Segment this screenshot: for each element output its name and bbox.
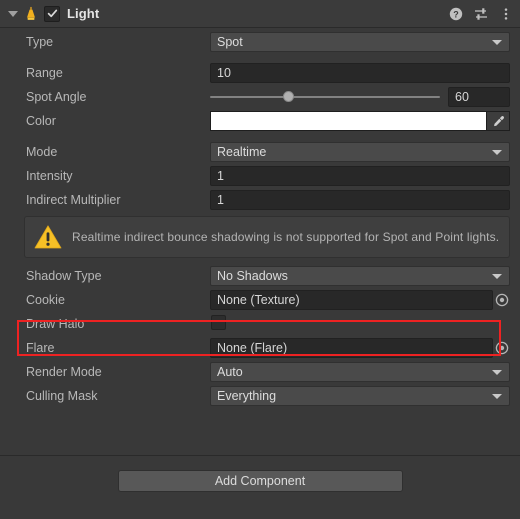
chevron-down-icon bbox=[492, 40, 502, 45]
dropdown-culling-mask[interactable]: Everything bbox=[210, 386, 510, 406]
light-inspector-panel: Light ? Type Spot Range 10 Spot Angle 60… bbox=[0, 0, 520, 519]
dropdown-shadow-type[interactable]: No Shadows bbox=[210, 266, 510, 286]
label-shadow-type: Shadow Type bbox=[26, 269, 102, 283]
input-intensity[interactable]: 1 bbox=[210, 166, 510, 186]
chevron-down-icon bbox=[492, 274, 502, 279]
field-intensity[interactable]: 1 bbox=[210, 166, 510, 186]
property-row-draw-halo: Draw Halo bbox=[0, 314, 520, 334]
slider-handle-spot-angle[interactable] bbox=[283, 91, 295, 102]
more-menu-icon[interactable] bbox=[498, 6, 514, 22]
property-row-intensity: Intensity 1 bbox=[0, 166, 520, 186]
objectfield-cookie-value: None (Texture) bbox=[217, 293, 300, 307]
input-range[interactable]: 10 bbox=[210, 63, 510, 83]
object-picker-icon[interactable] bbox=[495, 341, 509, 355]
field-color[interactable] bbox=[210, 111, 510, 131]
component-header[interactable]: Light ? bbox=[0, 0, 520, 28]
dropdown-shadow-type-value: No Shadows bbox=[217, 269, 288, 283]
label-render-mode: Render Mode bbox=[26, 365, 102, 379]
objectfield-flare-value: None (Flare) bbox=[217, 341, 288, 355]
property-row-shadow-type: Shadow Type No Shadows bbox=[0, 266, 520, 286]
eyedropper-icon[interactable] bbox=[487, 111, 510, 131]
input-spot-angle-value: 60 bbox=[455, 90, 469, 104]
property-row-range: Range 10 bbox=[0, 63, 520, 83]
label-mode: Mode bbox=[26, 145, 58, 159]
label-range: Range bbox=[26, 66, 63, 80]
label-cookie: Cookie bbox=[26, 293, 65, 307]
objectfield-cookie[interactable]: None (Texture) bbox=[210, 290, 509, 310]
dropdown-type[interactable]: Spot bbox=[210, 32, 510, 52]
input-range-value: 10 bbox=[217, 66, 231, 80]
foldout-arrow-icon[interactable] bbox=[6, 7, 20, 21]
inspector-body: Type Spot Range 10 Spot Angle 60 Color M… bbox=[0, 28, 520, 456]
field-render-mode[interactable]: Auto bbox=[210, 362, 510, 382]
dropdown-culling-mask-value: Everything bbox=[217, 389, 277, 403]
property-row-indirect-multiplier: Indirect Multiplier 1 bbox=[0, 190, 520, 210]
dropdown-mode-value: Realtime bbox=[217, 145, 267, 159]
dropdown-render-mode[interactable]: Auto bbox=[210, 362, 510, 382]
property-row-mode: Mode Realtime bbox=[0, 142, 520, 162]
dropdown-type-value: Spot bbox=[217, 35, 243, 49]
svg-text:?: ? bbox=[453, 9, 459, 19]
dropdown-render-mode-value: Auto bbox=[217, 365, 243, 379]
label-flare: Flare bbox=[26, 341, 55, 355]
inspector-footer: Add Component bbox=[0, 456, 520, 518]
field-type[interactable]: Spot bbox=[210, 32, 510, 52]
checkbox-draw-halo[interactable] bbox=[211, 315, 226, 330]
color-swatch[interactable] bbox=[210, 111, 487, 131]
property-row-cookie: Cookie None (Texture) bbox=[0, 290, 520, 310]
field-spot-angle[interactable]: 60 bbox=[210, 87, 510, 107]
chevron-down-icon bbox=[492, 394, 502, 399]
label-spot-angle: Spot Angle bbox=[26, 90, 87, 104]
warning-message: Realtime indirect bounce shadowing is no… bbox=[72, 229, 500, 244]
property-row-culling-mask: Culling Mask Everything bbox=[0, 386, 520, 406]
warning-helpbox: Realtime indirect bounce shadowing is no… bbox=[24, 216, 510, 258]
label-intensity: Intensity bbox=[26, 169, 73, 183]
label-culling-mask: Culling Mask bbox=[26, 389, 98, 403]
preset-icon[interactable] bbox=[473, 6, 489, 22]
field-range[interactable]: 10 bbox=[210, 63, 510, 83]
label-color: Color bbox=[26, 114, 56, 128]
input-indirect-multiplier[interactable]: 1 bbox=[210, 190, 510, 210]
label-draw-halo: Draw Halo bbox=[26, 317, 85, 331]
property-row-color: Color bbox=[0, 111, 520, 131]
component-title: Light bbox=[67, 6, 100, 21]
slider-track-spot-angle[interactable] bbox=[210, 96, 440, 98]
property-row-spot-angle: Spot Angle 60 bbox=[0, 87, 520, 107]
property-row-type: Type Spot bbox=[0, 32, 520, 52]
light-bulb-icon bbox=[22, 5, 40, 23]
object-picker-icon[interactable] bbox=[495, 293, 509, 307]
component-enabled-checkbox[interactable] bbox=[44, 5, 60, 22]
dropdown-mode[interactable]: Realtime bbox=[210, 142, 510, 162]
property-row-render-mode: Render Mode Auto bbox=[0, 362, 520, 382]
property-row-flare: Flare None (Flare) bbox=[0, 338, 520, 358]
field-cookie[interactable]: None (Texture) bbox=[210, 290, 509, 310]
warning-triangle-icon bbox=[33, 223, 63, 251]
field-indirect-multiplier[interactable]: 1 bbox=[210, 190, 510, 210]
header-icon-group: ? bbox=[448, 0, 514, 27]
help-icon[interactable]: ? bbox=[448, 6, 464, 22]
field-shadow-type[interactable]: No Shadows bbox=[210, 266, 510, 286]
field-mode[interactable]: Realtime bbox=[210, 142, 510, 162]
add-component-button[interactable]: Add Component bbox=[117, 470, 403, 492]
label-indirect-multiplier: Indirect Multiplier bbox=[26, 193, 121, 207]
input-spot-angle[interactable]: 60 bbox=[448, 87, 510, 107]
field-flare[interactable]: None (Flare) bbox=[210, 338, 509, 358]
label-type: Type bbox=[26, 35, 54, 49]
chevron-down-icon bbox=[492, 370, 502, 375]
input-intensity-value: 1 bbox=[217, 169, 224, 183]
field-culling-mask[interactable]: Everything bbox=[210, 386, 510, 406]
objectfield-flare[interactable]: None (Flare) bbox=[210, 338, 509, 358]
chevron-down-icon bbox=[492, 150, 502, 155]
input-indirect-multiplier-value: 1 bbox=[217, 193, 224, 207]
